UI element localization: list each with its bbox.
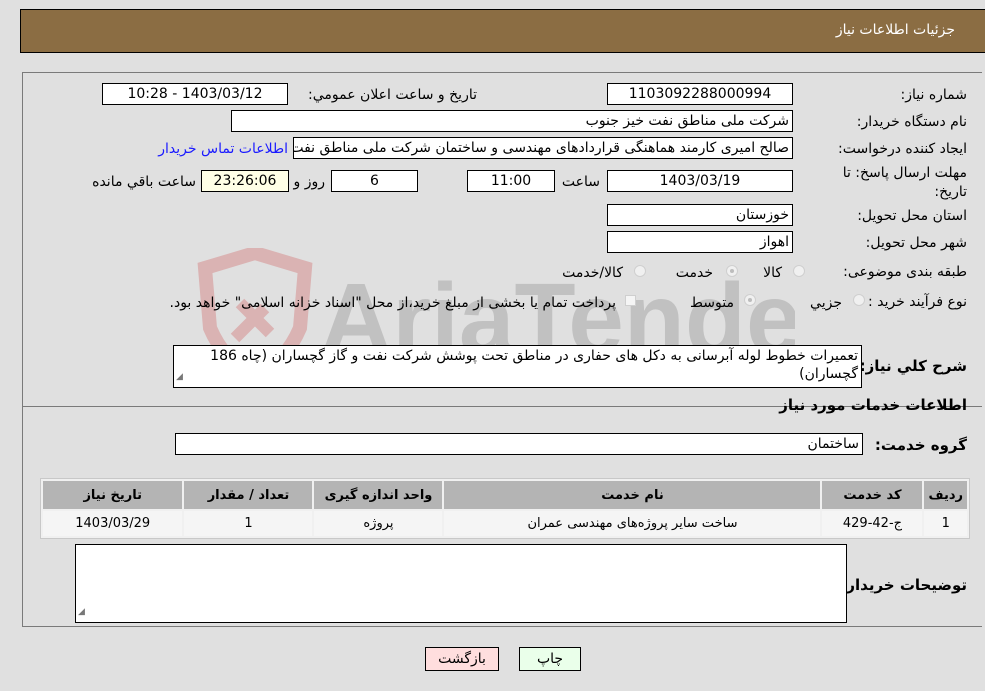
category-radio-goods[interactable]: [793, 265, 805, 277]
services-table: ردیف کد خدمت نام خدمت واحد اندازه گیری ت…: [40, 478, 970, 539]
cell-row-number: 1: [924, 511, 967, 536]
category-radio-service[interactable]: [726, 265, 738, 277]
col-header-service-name: نام خدمت: [444, 481, 821, 509]
purchase-option-minor: جزيي: [810, 295, 842, 311]
description-label: شرح کلي نیاز:: [859, 357, 967, 375]
cell-unit: پروژه: [314, 511, 443, 536]
service-group-field[interactable]: ساختمان: [175, 433, 863, 455]
city-field[interactable]: اهواز: [607, 231, 793, 253]
print-button[interactable]: چاپ: [519, 647, 581, 671]
cell-service-code: ج-42-429: [822, 511, 923, 536]
description-text: تعمیرات خطوط لوله آبرسانی به دکل های حفا…: [210, 348, 858, 382]
col-header-quantity: تعداد / مقدار: [184, 481, 313, 509]
days-remaining-field[interactable]: 6: [331, 170, 418, 192]
resize-grip-icon[interactable]: ◢: [176, 368, 183, 386]
category-option-service: خدمت: [675, 265, 713, 281]
cell-service-name: ساخت سایر پروژه‌های مهندسی عمران: [444, 511, 821, 536]
city-label: شهر محل تحویل:: [865, 235, 967, 251]
province-label: استان محل تحویل:: [857, 208, 967, 224]
col-header-row-number: ردیف: [924, 481, 967, 509]
need-number-label: شماره نیاز:: [900, 87, 968, 103]
purchase-radio-medium[interactable]: [744, 294, 756, 306]
purchase-radio-minor[interactable]: [853, 294, 865, 306]
col-header-service-code: کد خدمت: [822, 481, 923, 509]
col-header-unit: واحد اندازه گیری: [314, 481, 443, 509]
buyer-notes-label: توضیحات خریدار:: [840, 576, 967, 594]
cell-quantity: 1: [184, 511, 313, 536]
purchase-option-medium: متوسط: [690, 295, 734, 311]
province-field[interactable]: خوزستان: [607, 204, 793, 226]
category-label: طبقه بندی موضوعی:: [843, 264, 967, 280]
announce-datetime-label: تاریخ و ساعت اعلان عمومي:: [308, 87, 477, 103]
buyer-org-field[interactable]: شرکت ملی مناطق نفت خیز جنوب: [231, 110, 793, 132]
table-row: 1 ج-42-429 ساخت سایر پروژه‌های مهندسی عم…: [43, 511, 967, 536]
treasury-checkbox[interactable]: [625, 295, 636, 306]
purchase-type-label: نوع فرآیند خرید :: [868, 294, 967, 310]
need-number-field[interactable]: 1103092288000994: [607, 83, 793, 105]
buyer-contact-link[interactable]: اطلاعات تماس خریدار: [158, 141, 288, 157]
announce-datetime-field[interactable]: 1403/03/12 - 10:28: [102, 83, 288, 105]
category-option-goods-service: کالا/خدمت: [562, 265, 623, 281]
deadline-time-label: ساعت: [561, 174, 600, 190]
page-header: جزئیات اطلاعات نیاز: [20, 9, 985, 53]
table-header-row: ردیف کد خدمت نام خدمت واحد اندازه گیری ت…: [43, 481, 967, 509]
buyer-org-label: نام دستگاه خریدار:: [856, 114, 967, 130]
deadline-time-field[interactable]: 11:00: [467, 170, 555, 192]
description-textarea[interactable]: تعمیرات خطوط لوله آبرسانی به دکل های حفا…: [173, 345, 862, 388]
cell-need-date: 1403/03/29: [43, 511, 183, 536]
back-button[interactable]: بازگشت: [425, 647, 499, 671]
resize-grip-icon[interactable]: ◢: [78, 603, 85, 621]
services-section-title: اطلاعات خدمات مورد نیاز: [779, 396, 967, 414]
days-label: روز و: [293, 174, 326, 190]
col-header-need-date: تاریخ نیاز: [43, 481, 183, 509]
category-option-goods: کالا: [763, 265, 782, 281]
deadline-label: مهلت ارسال پاسخ: تا تاریخ:: [842, 165, 967, 200]
requester-label: ایجاد کننده درخواست:: [838, 141, 967, 157]
requester-field[interactable]: صالح امیری کارمند هماهنگی قراردادهای مهن…: [293, 137, 793, 159]
page-title: جزئیات اطلاعات نیاز: [835, 22, 955, 38]
category-radio-goods-service[interactable]: [634, 265, 646, 277]
time-remaining-label: ساعت باقي مانده: [92, 174, 196, 190]
treasury-note: پرداخت تمام یا بخشی از مبلغ خرید،از محل …: [169, 295, 616, 311]
time-remaining-field: 23:26:06: [201, 170, 289, 192]
service-group-label: گروه خدمت:: [874, 436, 967, 454]
deadline-date-field[interactable]: 1403/03/19: [607, 170, 793, 192]
buyer-notes-textarea[interactable]: ◢: [75, 544, 847, 623]
